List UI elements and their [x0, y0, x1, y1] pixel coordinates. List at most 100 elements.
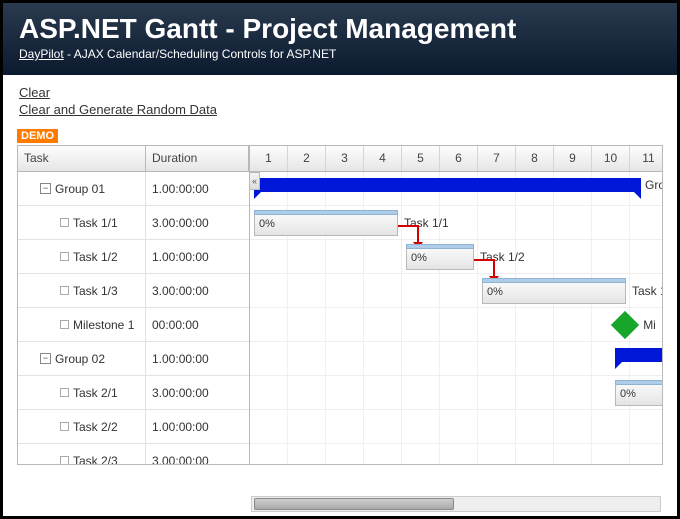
task-progress-stripe — [615, 380, 662, 385]
task-row[interactable]: Milestone 1 00:00:00 — [18, 308, 249, 342]
day-header[interactable]: 10 — [592, 146, 630, 171]
task-bar[interactable]: 0% — [254, 214, 398, 236]
day-header[interactable]: 4 — [364, 146, 402, 171]
task-row[interactable]: −Group 011.00:00:00 — [18, 172, 249, 206]
task-percent: 0% — [620, 388, 636, 400]
task-bar[interactable]: 0% — [406, 248, 474, 270]
day-header[interactable]: 7 — [478, 146, 516, 171]
task-row[interactable]: −Group 021.00:00:00 — [18, 342, 249, 376]
task-box-icon — [60, 218, 69, 227]
duration-cell: 3.00:00:00 — [146, 454, 249, 465]
gantt-container: Task Duration −Group 011.00:00:00Task 1/… — [17, 145, 663, 465]
group-bar[interactable] — [615, 348, 662, 362]
col-header-duration[interactable]: Duration — [146, 146, 249, 171]
collapse-icon[interactable]: − — [40, 183, 51, 194]
task-name: Task 2/2 — [73, 420, 118, 434]
task-cell: Task 1/2 — [18, 240, 146, 273]
duration-cell: 1.00:00:00 — [146, 250, 249, 264]
task-name: Group 01 — [55, 182, 105, 196]
day-header[interactable]: 1 — [250, 146, 288, 171]
duration-cell: 1.00:00:00 — [146, 420, 249, 434]
day-header[interactable]: 6 — [440, 146, 478, 171]
collapse-handle[interactable]: « — [250, 172, 260, 190]
task-progress-stripe — [254, 210, 398, 215]
task-name: Task 1/1 — [73, 216, 118, 230]
task-bar[interactable]: 0% — [615, 384, 662, 406]
day-header[interactable]: 2 — [288, 146, 326, 171]
task-name: Milestone 1 — [73, 318, 134, 332]
task-list-header: Task Duration — [18, 146, 249, 172]
task-row[interactable]: Task 2/2 1.00:00:00 — [18, 410, 249, 444]
task-row[interactable]: Task 2/3 3.00:00:00 — [18, 444, 249, 464]
clear-link[interactable]: Clear — [19, 85, 50, 100]
task-bar-label: Task 1/1 — [404, 216, 449, 230]
task-box-icon — [60, 320, 69, 329]
task-bar[interactable]: 0% — [482, 282, 626, 304]
demo-badge: DEMO — [17, 129, 58, 143]
task-name: Task 1/3 — [73, 284, 118, 298]
task-name: Task 2/1 — [73, 386, 118, 400]
task-row[interactable]: Task 1/3 3.00:00:00 — [18, 274, 249, 308]
page-subtitle: DayPilot - AJAX Calendar/Scheduling Cont… — [19, 47, 661, 61]
duration-cell: 1.00:00:00 — [146, 182, 249, 196]
task-progress-stripe — [406, 244, 474, 249]
task-name: Task 2/3 — [73, 454, 118, 465]
timeline-row — [250, 342, 662, 376]
task-percent: 0% — [259, 218, 275, 230]
clear-generate-link[interactable]: Clear and Generate Random Data — [19, 102, 217, 117]
task-progress-stripe — [482, 278, 626, 283]
task-row[interactable]: Task 2/1 3.00:00:00 — [18, 376, 249, 410]
task-name: Group 02 — [55, 352, 105, 366]
task-list-panel: Task Duration −Group 011.00:00:00Task 1/… — [18, 146, 250, 464]
task-cell: −Group 02 — [18, 342, 146, 375]
task-box-icon — [60, 252, 69, 261]
duration-cell: 00:00:00 — [146, 318, 249, 332]
task-cell: Task 1/1 — [18, 206, 146, 239]
timeline-row — [250, 376, 662, 410]
task-percent: 0% — [411, 252, 427, 264]
day-header[interactable]: 3 — [326, 146, 364, 171]
timeline-body[interactable]: Grou 0% Task 1/1 0% Task 1/2 0% Task 1/3 Mi 0% — [250, 172, 662, 464]
timeline-row — [250, 444, 662, 464]
timeline-panel: 1234567891011 « Grou 0% Task 1/1 0% Task 1/2… — [250, 146, 662, 464]
task-row[interactable]: Task 1/2 1.00:00:00 — [18, 240, 249, 274]
task-bar-label: Task 1/2 — [480, 250, 525, 264]
day-header[interactable]: 8 — [516, 146, 554, 171]
task-box-icon — [60, 286, 69, 295]
milestone-label: Mi — [643, 318, 656, 332]
duration-cell: 3.00:00:00 — [146, 216, 249, 230]
page-title: ASP.NET Gantt - Project Management — [19, 13, 661, 45]
timeline-header: 1234567891011 — [250, 146, 662, 172]
group-bar-label: Grou — [645, 178, 662, 192]
timeline-row — [250, 308, 662, 342]
scrollbar-thumb[interactable] — [254, 498, 454, 510]
task-box-icon — [60, 422, 69, 431]
task-row[interactable]: Task 1/1 3.00:00:00 — [18, 206, 249, 240]
duration-cell: 3.00:00:00 — [146, 386, 249, 400]
duration-cell: 3.00:00:00 — [146, 284, 249, 298]
task-percent: 0% — [487, 286, 503, 298]
task-cell: Task 2/2 — [18, 410, 146, 443]
task-cell: Task 2/3 — [18, 444, 146, 464]
day-header[interactable]: 5 — [402, 146, 440, 171]
task-bar-label: Task 1/3 — [632, 284, 662, 298]
task-box-icon — [60, 388, 69, 397]
timeline-row — [250, 410, 662, 444]
day-header[interactable]: 9 — [554, 146, 592, 171]
task-cell: −Group 01 — [18, 172, 146, 205]
app-frame: ASP.NET Gantt - Project Management DayPi… — [0, 0, 680, 519]
brand-link[interactable]: DayPilot — [19, 47, 64, 61]
group-bar[interactable] — [254, 178, 641, 192]
subtitle-text: - AJAX Calendar/Scheduling Controls for … — [67, 47, 336, 61]
col-header-task[interactable]: Task — [18, 146, 146, 171]
task-cell: Task 2/1 — [18, 376, 146, 409]
task-cell: Task 1/3 — [18, 274, 146, 307]
day-header[interactable]: 11 — [630, 146, 662, 171]
task-cell: Milestone 1 — [18, 308, 146, 341]
collapse-icon[interactable]: − — [40, 353, 51, 364]
page-header: ASP.NET Gantt - Project Management DayPi… — [3, 3, 677, 75]
horizontal-scrollbar[interactable] — [251, 496, 661, 512]
action-links: Clear Clear and Generate Random Data — [3, 75, 677, 125]
task-name: Task 1/2 — [73, 250, 118, 264]
duration-cell: 1.00:00:00 — [146, 352, 249, 366]
